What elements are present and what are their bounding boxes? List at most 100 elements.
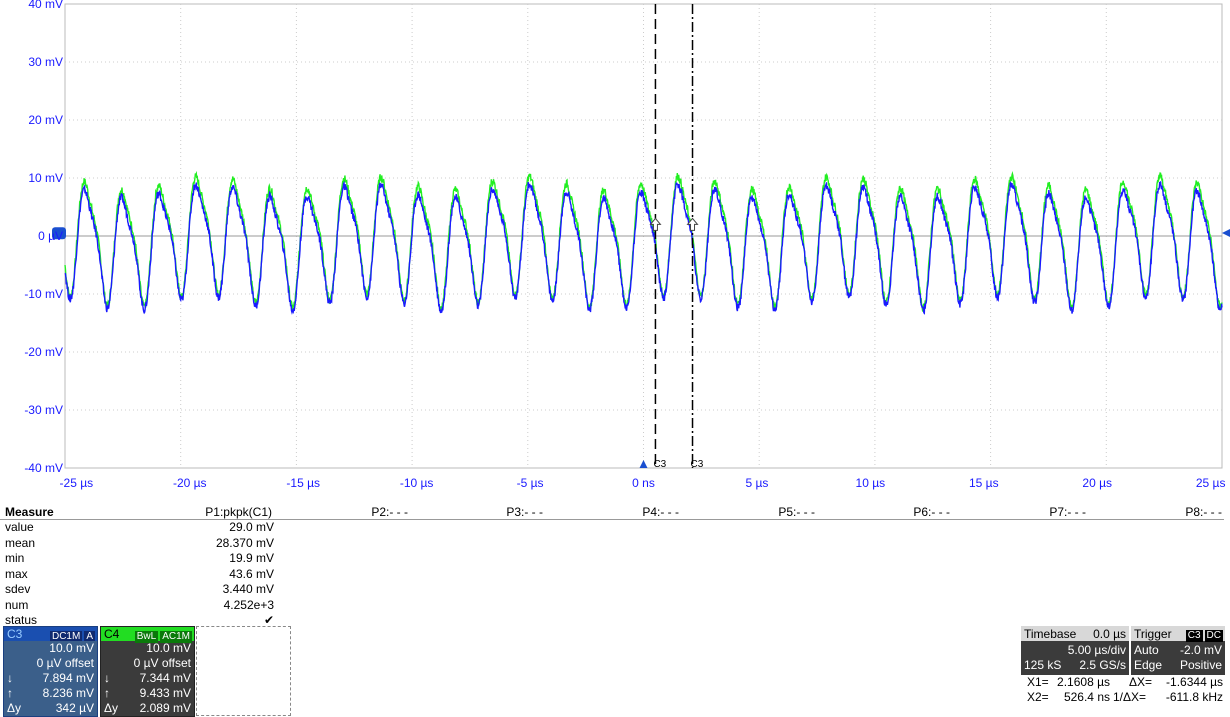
cursor-label-2: C3 [691,459,704,470]
dx-value: -1.6344 µs [1166,675,1223,689]
trigger-position-icon [639,460,648,468]
c3-down-value: 7.894 mV [42,671,94,685]
c4-scale: 10.0 mV [146,641,191,655]
x-tick-label: -5 µs [516,476,544,490]
arrow-down-icon: ↓ [7,671,13,685]
measure-row-min: min 19.9 mV [0,551,1224,567]
c4-down-value: 7.344 mV [139,671,191,685]
measure-row-value: 3.440 mV [222,582,274,596]
x1-value: 2.1608 µs [1057,675,1110,689]
measure-row-value: value 29.0 mV [0,520,1224,536]
measure-row-key: mean [5,535,36,550]
x-tick-label: -20 µs [172,476,207,490]
c3-up-value: 8.236 mV [42,686,94,700]
trigger-coupling-badge: DC [1204,630,1223,642]
measure-row-key: status [5,613,38,627]
measure-row-key: sdev [5,582,31,596]
c3-dy-label: Δy [7,701,22,715]
cursor-label-1: C3 [653,459,666,470]
empty-channel-slot[interactable] [196,626,291,716]
measure-table: Measure P1:pkpk(C1) P2:- - - P3:- - - P4:- … [0,504,1224,629]
x-tick-label: 10 µs [855,476,886,490]
measure-row-key: min [5,551,25,565]
measure-row-max: max 43.6 mV [0,567,1224,583]
c4-name: C4 [104,627,120,641]
timebase-panel[interactable]: Timebase 0.0 µs 5.00 µs/div 125 kS 2.5 G… [1021,626,1129,675]
measure-column-p8[interactable]: P8:- - - [1185,505,1222,519]
measure-column-p2[interactable]: P2:- - - [371,505,408,519]
c4-dy-label: Δy [104,701,119,715]
channel-c4-box[interactable]: C4 BwL AC1M 10.0 mV 0 µV offset ↓ 7.344 mV… [100,626,195,717]
trigger-mode: Auto [1134,643,1159,657]
dx-label: ΔX= [1129,675,1153,689]
channel-c3-box[interactable]: C3 DC1M A 10.0 mV 0 µV offset ↓ 7.894 mV ↑… [3,626,98,717]
cursors[interactable]: C3 C3 [649,4,704,470]
y-tick-label: -20 mV [24,345,63,359]
y-tick-label: 20 mV [28,113,63,127]
measure-row-key: value [5,520,34,534]
measure-row-mean: mean 28.370 mV [0,536,1224,552]
measure-row-value: 43.6 mV [229,566,274,581]
trigger-level: -2.0 mV [1179,643,1222,657]
y-tick-label: 30 mV [28,55,63,69]
c3-offset: 0 µV offset [36,656,94,670]
measure-title: Measure [5,505,54,519]
c3-name: C3 [7,627,23,641]
timebase-samples: 125 kS [1024,658,1062,672]
measure-column-p5[interactable]: P5:- - - [778,505,815,519]
measure-column-p4[interactable]: P4:- - - [642,505,679,519]
x-tick-label: 20 µs [1082,476,1113,490]
y-tick-label: 10 mV [28,171,63,185]
y-tick-label: 0 µV [38,229,63,243]
measure-row-value: 28.370 mV [215,535,274,550]
x2-label: X2= [1027,690,1049,704]
oscilloscope-display[interactable]: C3 C3 [0,0,1230,500]
x2-value: 526.4 ns [1063,690,1110,704]
trigger-level-icon [1222,229,1230,238]
measure-row-value: 4.252e+3 [223,597,274,612]
timebase-rate: 2.5 GS/s [1079,658,1126,672]
measure-row-num: num 4.252e+3 [0,598,1224,614]
grid [64,3,1223,469]
measure-row-key: max [5,566,28,581]
measure-column-p1[interactable]: P1:pkpk(C1) [205,505,272,519]
measure-row-value: 29.0 mV [229,520,274,534]
measure-column-p3[interactable]: P3:- - - [506,505,543,519]
trigger-source-badge: C3 [1185,630,1203,642]
arrow-down-icon: ↓ [104,671,110,685]
c4-dy-value: 2.089 mV [139,701,191,715]
x-tick-label: -10 µs [399,476,434,490]
arrow-up-icon: ↑ [104,686,110,700]
inv-dx-value: -611.8 kHz [1165,690,1223,704]
x1-label: X1= [1027,675,1049,689]
trigger-type: Edge [1134,658,1163,672]
cursor-readout: X1= 2.1608 µs ΔX= -1.6344 µs X2= 526.4 n… [1021,674,1226,714]
timebase-div: 5.00 µs/div [1067,643,1126,657]
x-tick-label: 5 µs [745,476,769,490]
y-tick-label: -40 mV [24,461,63,475]
trigger-slope: Positive [1179,658,1222,672]
y-tick-label: 40 mV [28,0,63,11]
measure-row-sdev: sdev 3.440 mV [0,582,1224,598]
y-tick-label: -30 mV [24,403,63,417]
c4-up-value: 9.433 mV [139,686,191,700]
measure-row-value: 19.9 mV [229,551,274,565]
markers [52,227,1230,468]
inv-dx-label: 1/ΔX= [1113,690,1147,704]
timebase-title: Timebase [1024,627,1077,641]
x-tick-label: -15 µs [286,476,320,490]
timebase-delay: 0.0 µs [1093,627,1126,641]
x-tick-label: 15 µs [968,476,999,490]
arrow-up-icon: ↑ [7,686,13,700]
measure-column-p7[interactable]: P7:- - - [1049,505,1086,519]
trigger-title: Trigger [1134,627,1172,641]
measure-row-value: ✔ [263,613,274,627]
x-tick-label: 25 µs [1195,476,1226,490]
measure-column-p6[interactable]: P6:- - - [913,505,950,519]
x-tick-label: 0 ns [632,476,655,490]
measure-row-key: num [5,597,29,612]
c3-dy-value: 342 µV [55,701,94,715]
c3-scale: 10.0 mV [49,641,94,655]
trigger-panel[interactable]: Trigger C3 DC Auto -2.0 mV Edge Positive [1131,626,1225,675]
x-tick-label: -25 µs [59,476,94,490]
